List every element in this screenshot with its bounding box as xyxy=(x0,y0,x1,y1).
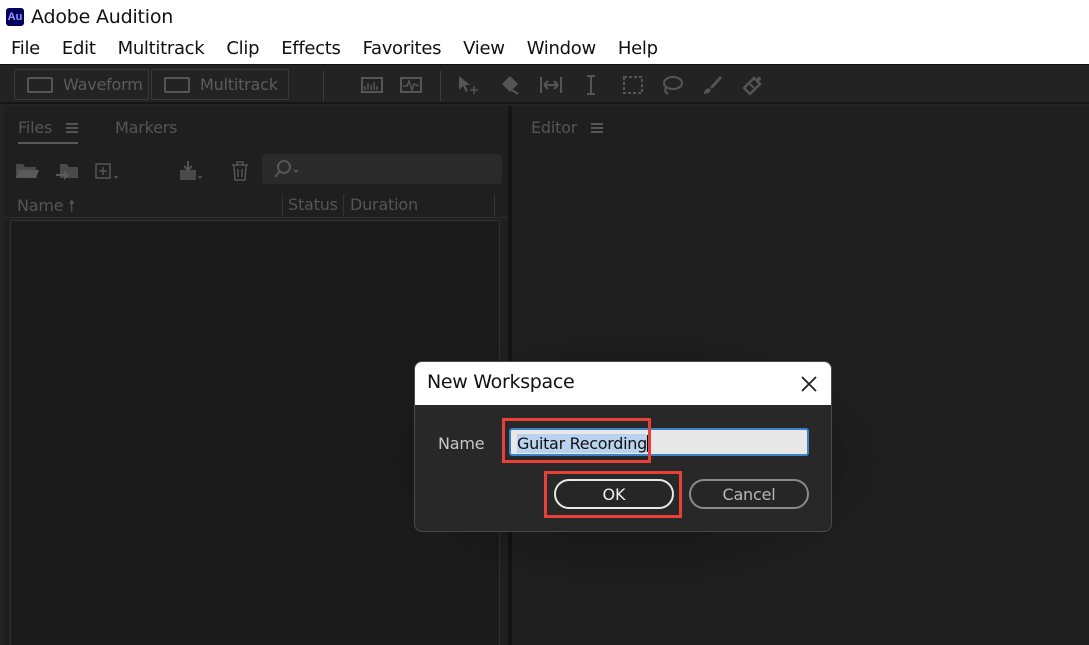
column-divider[interactable] xyxy=(282,194,283,216)
column-name[interactable]: Name 🠕 xyxy=(17,195,75,222)
window-title: Adobe Audition xyxy=(31,5,174,28)
spot-healing-icon[interactable] xyxy=(739,73,765,97)
dialog-title: New Workspace xyxy=(427,371,575,393)
menu-edit[interactable]: Edit xyxy=(51,38,107,59)
multitrack-view-button[interactable]: Multitrack xyxy=(151,69,289,100)
tab-markers[interactable]: Markers xyxy=(115,118,177,137)
files-column-header: Name 🠕 Status Duration xyxy=(4,192,508,218)
insert-into-multitrack-icon[interactable] xyxy=(178,160,204,182)
menu-clip[interactable]: Clip xyxy=(215,38,270,59)
multitrack-label: Multitrack xyxy=(200,75,278,94)
marquee-selection-icon[interactable] xyxy=(620,73,646,97)
waveform-label: Waveform xyxy=(63,75,143,94)
name-input-highlight xyxy=(502,418,651,463)
move-tool-icon[interactable] xyxy=(455,73,481,97)
paintbrush-selection-icon[interactable] xyxy=(699,73,725,97)
title-bar: Au Adobe Audition xyxy=(0,0,1089,33)
tab-files-label: Files xyxy=(18,118,53,137)
lasso-selection-icon[interactable] xyxy=(659,73,685,97)
panel-menu-icon[interactable] xyxy=(591,122,604,133)
search-icon xyxy=(274,160,299,178)
tab-editor[interactable]: Editor xyxy=(531,118,604,137)
import-file-icon[interactable] xyxy=(54,160,80,182)
column-duration[interactable]: Duration xyxy=(350,195,418,214)
ok-button-highlight xyxy=(544,471,682,518)
name-label: Name xyxy=(438,434,485,453)
waveform-icon xyxy=(27,76,53,93)
menu-bar: File Edit Multitrack Clip Effects Favori… xyxy=(0,33,1089,64)
audition-logo-icon: Au xyxy=(6,7,24,26)
sort-ascending-icon: 🠕 xyxy=(68,196,75,215)
column-divider[interactable] xyxy=(494,194,495,216)
close-icon[interactable] xyxy=(795,370,823,398)
panel-menu-icon[interactable] xyxy=(66,122,79,133)
delete-icon[interactable] xyxy=(228,160,254,182)
open-file-icon[interactable] xyxy=(14,160,40,182)
column-divider[interactable] xyxy=(343,194,344,216)
menu-view[interactable]: View xyxy=(452,38,516,59)
new-file-icon[interactable] xyxy=(94,160,120,182)
waveform-view-button[interactable]: Waveform xyxy=(14,69,149,100)
tab-files[interactable]: Files xyxy=(18,118,79,144)
menu-help[interactable]: Help xyxy=(607,38,669,59)
menu-favorites[interactable]: Favorites xyxy=(352,38,453,59)
toolbar-divider xyxy=(323,71,324,101)
tab-markers-label: Markers xyxy=(115,118,178,137)
toolbar-divider xyxy=(440,71,441,101)
slip-tool-icon[interactable] xyxy=(538,73,564,97)
menu-multitrack[interactable]: Multitrack xyxy=(107,38,216,59)
multitrack-icon xyxy=(164,76,190,93)
tab-editor-label: Editor xyxy=(531,118,578,137)
menu-effects[interactable]: Effects xyxy=(270,38,351,59)
files-search-input[interactable] xyxy=(262,154,502,184)
time-selection-icon[interactable] xyxy=(578,73,604,97)
dialog-title-bar: New Workspace xyxy=(415,362,831,405)
tool-bar: Waveform Multitrack xyxy=(0,64,1089,104)
spectral-frequency-icon[interactable] xyxy=(359,73,385,97)
column-status[interactable]: Status xyxy=(288,195,338,214)
razor-tool-icon[interactable] xyxy=(497,73,523,97)
menu-window[interactable]: Window xyxy=(516,38,607,59)
spectral-pitch-icon[interactable] xyxy=(398,73,424,97)
cancel-button[interactable]: Cancel xyxy=(689,479,809,509)
menu-file[interactable]: File xyxy=(0,38,51,59)
